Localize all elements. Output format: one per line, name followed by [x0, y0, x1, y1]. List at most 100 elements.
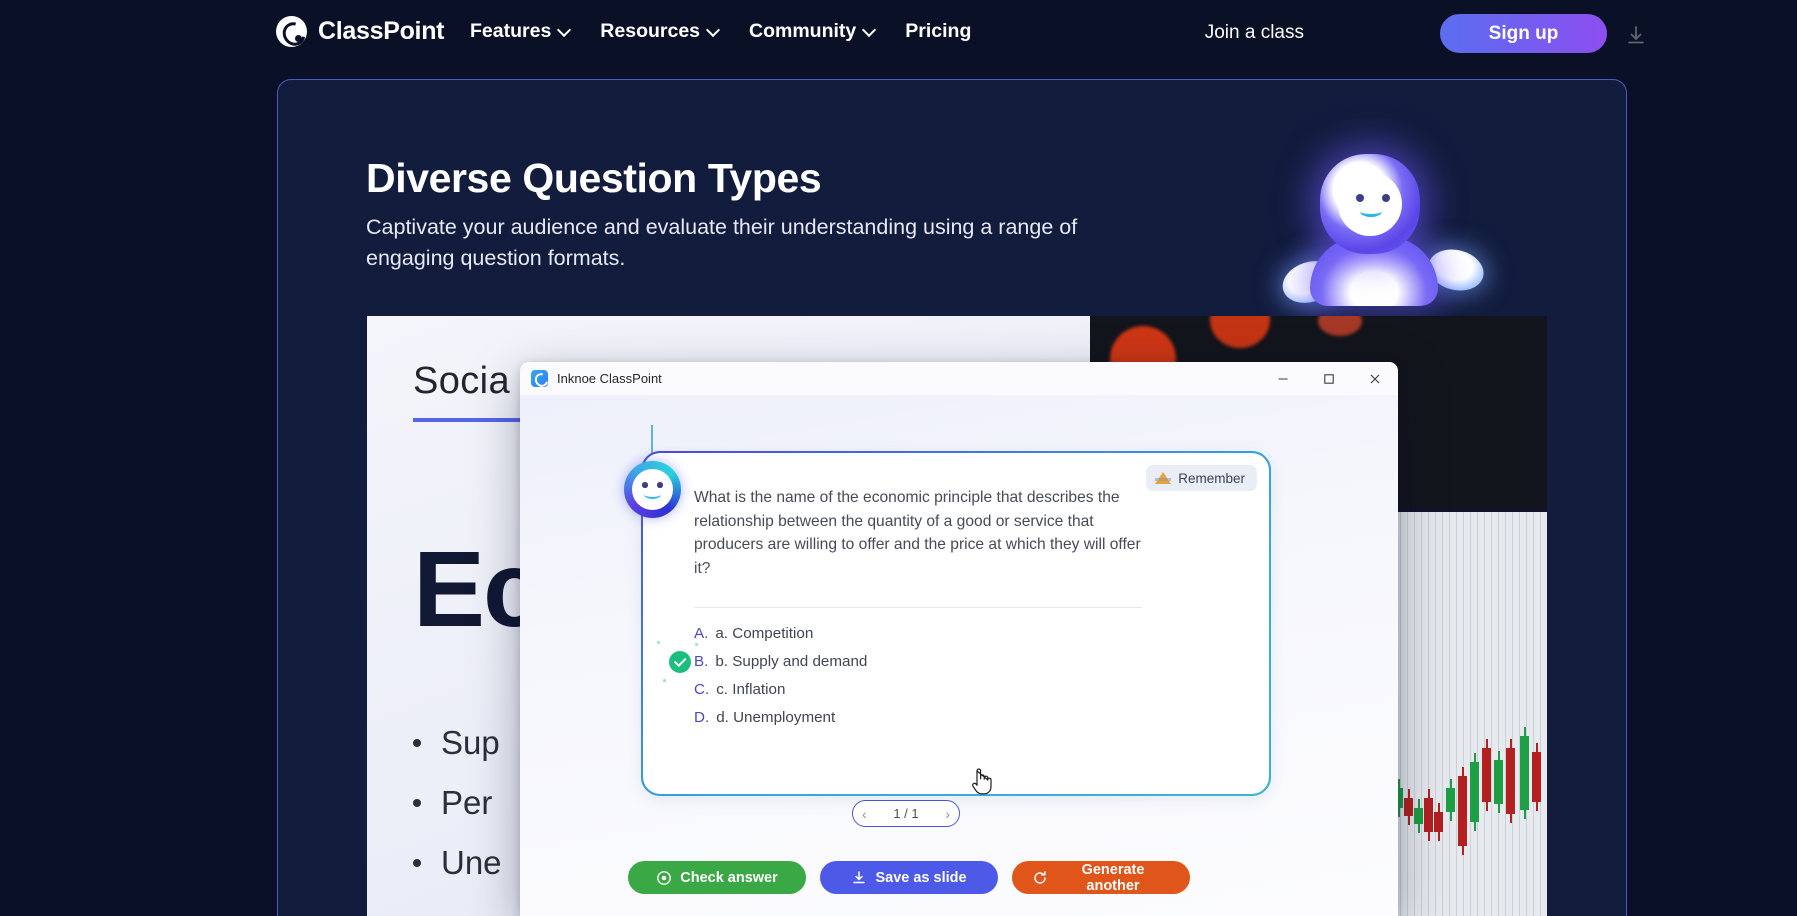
chevron-down-icon: [708, 24, 719, 35]
slide-bullet-item: Une: [413, 844, 502, 882]
nav-links: Features Resources Community Pricing: [470, 20, 971, 43]
page-title: Diverse Question Types: [366, 155, 822, 201]
option-text: c. Inflation: [716, 681, 786, 698]
candle: [1532, 743, 1541, 811]
save-download-icon: [851, 870, 867, 886]
classpoint-app-window: Inknoe ClassPoint Remember What is the n…: [520, 362, 1398, 916]
classpoint-logo-icon: [276, 16, 307, 47]
chevron-right-icon[interactable]: ›: [945, 807, 950, 821]
chevron-down-icon: [864, 24, 875, 35]
option-letter: D.: [694, 709, 710, 726]
bloom-level-label: Remember: [1178, 470, 1245, 486]
bokeh-light: [1318, 316, 1362, 336]
pointer-hand-cursor: [970, 768, 992, 796]
eye-icon: [656, 870, 672, 886]
answer-option-a[interactable]: A. a. Competition: [694, 625, 867, 642]
option-letter: A.: [694, 625, 709, 642]
question-card: Remember What is the name of the economi…: [641, 451, 1271, 796]
candle: [1458, 767, 1467, 855]
mascot-smile: [1360, 206, 1382, 217]
join-a-class-link[interactable]: Join a class: [1205, 22, 1304, 44]
question-pager: ‹ 1 / 1 ›: [852, 800, 960, 827]
page-root: ClassPoint Features Resources Community …: [0, 0, 1797, 916]
brand[interactable]: ClassPoint: [276, 16, 445, 47]
avatar-eye-right: [657, 482, 663, 488]
question-text: What is the name of the economic princip…: [694, 489, 1141, 577]
option-text: d. Unemployment: [716, 709, 836, 726]
candle: [1520, 727, 1529, 819]
minimize-icon[interactable]: [1260, 362, 1306, 395]
slide-bullet-item: Per: [413, 784, 502, 822]
chevron-left-icon[interactable]: ‹: [862, 807, 867, 821]
candle: [1446, 779, 1455, 821]
brand-name: ClassPoint: [318, 17, 445, 45]
option-text: a. Competition: [715, 625, 814, 642]
classpoint-app-icon: [531, 370, 548, 387]
avatar-face: [632, 469, 673, 510]
avatar-smile: [644, 490, 661, 499]
generate-another-button[interactable]: Generate another: [1012, 861, 1190, 894]
candle: [1470, 753, 1479, 831]
nav-item-features[interactable]: Features: [470, 20, 570, 43]
sparkle: [663, 679, 666, 682]
slide-bullet-list: Sup Per Une: [413, 724, 502, 904]
chevron-down-icon: [559, 24, 570, 35]
mascot-eye-left: [1356, 194, 1364, 202]
mascot-eye-right: [1382, 194, 1390, 202]
slide-bullet-item: Sup: [413, 724, 502, 762]
window-title: Inknoe ClassPoint: [557, 371, 662, 386]
check-answer-button[interactable]: Check answer: [628, 861, 806, 894]
green-check-icon: [669, 651, 691, 673]
maximize-icon[interactable]: [1306, 362, 1352, 395]
window-controls: [1260, 362, 1398, 395]
refresh-icon: [1032, 870, 1048, 886]
slide-bullet-label: Per: [441, 784, 493, 821]
bullet-dot-icon: [413, 859, 421, 867]
generate-another-label: Generate another: [1081, 861, 1145, 894]
slide-bullet-label: Une: [441, 844, 502, 881]
save-as-slide-label: Save as slide: [875, 869, 967, 886]
sparkle: [657, 641, 660, 644]
option-letter: C.: [694, 681, 710, 698]
save-as-slide-button[interactable]: Save as slide: [820, 861, 998, 894]
pager-label: 1 / 1: [893, 806, 919, 821]
candle: [1482, 739, 1491, 811]
check-answer-label: Check answer: [680, 869, 778, 886]
sign-up-button[interactable]: Sign up: [1440, 14, 1607, 53]
avatar-eye-left: [642, 482, 648, 488]
classpoint-mascot-icon: [1277, 154, 1520, 314]
bloom-level-badge: Remember: [1146, 465, 1257, 491]
candle: [1424, 789, 1433, 841]
mascot-face: [1338, 172, 1402, 236]
answer-option-d[interactable]: D. d. Unemployment: [694, 709, 867, 726]
slide-bullet-label: Sup: [441, 724, 500, 761]
nav-item-pricing[interactable]: Pricing: [905, 20, 971, 43]
top-navbar: ClassPoint Features Resources Community …: [0, 0, 1797, 75]
slide-title: Socia: [413, 360, 511, 402]
question-divider: [694, 607, 1142, 609]
action-buttons: Check answer Save as slide Generate anot…: [628, 861, 1190, 894]
candle: [1494, 751, 1503, 813]
answer-option-c[interactable]: C. c. Inflation: [694, 681, 867, 698]
window-titlebar[interactable]: Inknoe ClassPoint: [520, 362, 1398, 395]
bullet-dot-icon: [413, 739, 421, 747]
candle: [1434, 803, 1443, 841]
candle: [1506, 739, 1515, 823]
page-subtitle: Captivate your audience and evaluate the…: [366, 215, 1078, 270]
candle: [1404, 789, 1413, 825]
nav-item-resources[interactable]: Resources: [600, 20, 719, 43]
nav-item-features-label: Features: [470, 20, 552, 42]
ai-assistant-smiley-icon: [624, 461, 681, 518]
answer-option-b[interactable]: B. b. Supply and demand: [694, 653, 867, 670]
app-content: Remember What is the name of the economi…: [520, 395, 1398, 916]
close-icon[interactable]: [1352, 362, 1398, 395]
nav-item-community[interactable]: Community: [749, 20, 875, 43]
download-icon[interactable]: [1625, 24, 1647, 46]
answer-options: A. a. Competition B. b. Supply and deman…: [694, 625, 867, 737]
bokeh-light: [1210, 316, 1270, 348]
option-text: b. Supply and demand: [715, 653, 868, 670]
nav-item-community-label: Community: [749, 20, 857, 42]
candle: [1414, 799, 1423, 833]
option-letter: B.: [694, 653, 709, 670]
nav-item-pricing-label: Pricing: [905, 20, 972, 42]
